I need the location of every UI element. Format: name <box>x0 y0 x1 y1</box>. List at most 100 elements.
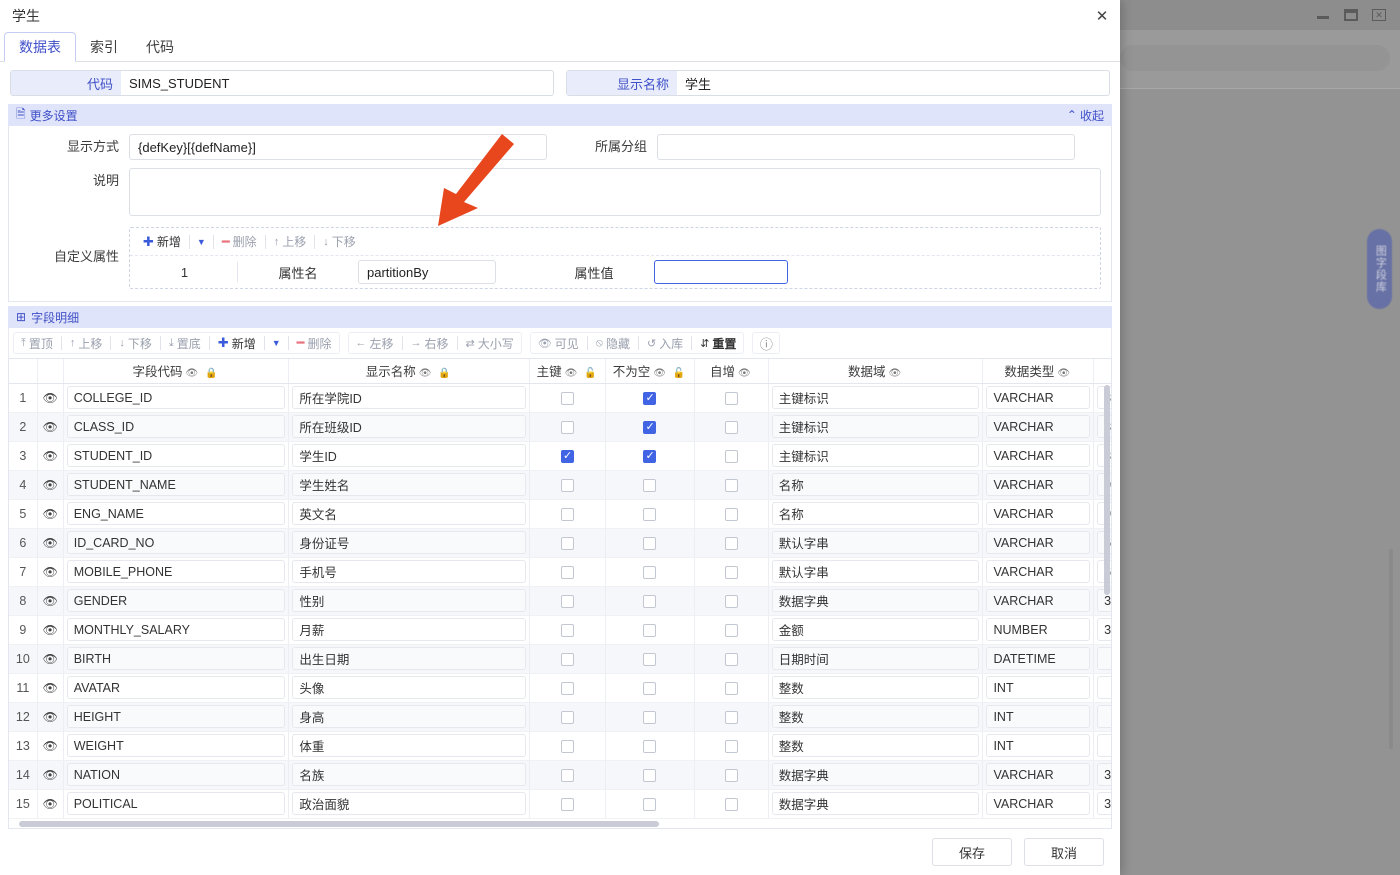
tab-datatable[interactable]: 数据表 <box>4 32 76 62</box>
attr-delete-button[interactable]: ━ 删除 <box>215 232 264 252</box>
save-button[interactable]: 保存 <box>932 838 1012 866</box>
cell-primary-key[interactable] <box>530 673 606 702</box>
cell-data-domain[interactable]: 金额 <box>768 615 983 644</box>
checkbox[interactable] <box>561 624 574 637</box>
cell-field-code[interactable]: ENG_NAME <box>63 499 289 528</box>
fd-to-top-button[interactable]: ⤒ 置顶 <box>14 333 60 353</box>
checkbox[interactable] <box>643 740 656 753</box>
cell-primary-key[interactable] <box>530 412 606 441</box>
table-row[interactable]: 13👁WEIGHT体重整数INT <box>9 731 1111 760</box>
cell-data-domain[interactable]: 名称 <box>768 470 983 499</box>
cell-field-code[interactable]: ID_CARD_NO <box>63 528 289 557</box>
eye-icon[interactable]: 👁 <box>37 441 63 470</box>
table-row[interactable]: 14👁NATION名族数据字典VARCHAR32 <box>9 760 1111 789</box>
attr-add-button[interactable]: ✚ 新增 <box>136 232 188 252</box>
cell-primary-key[interactable] <box>530 586 606 615</box>
eye-icon[interactable]: 👁 <box>37 702 63 731</box>
cell-data-type[interactable]: DATETIME <box>983 644 1094 673</box>
cell-display-name[interactable]: 身高 <box>289 702 530 731</box>
cell-data-domain[interactable]: 主键标识 <box>768 383 983 412</box>
eye-icon[interactable]: 👁 <box>37 731 63 760</box>
checkbox[interactable] <box>561 769 574 782</box>
fd-delete-button[interactable]: ━ 删除 <box>290 333 339 353</box>
checkbox[interactable] <box>561 508 574 521</box>
cell-not-null[interactable] <box>606 673 695 702</box>
checkbox[interactable] <box>643 682 656 695</box>
cell-field-code[interactable]: BIRTH <box>63 644 289 673</box>
table-row[interactable]: 10👁BIRTH出生日期日期时间DATETIME <box>9 644 1111 673</box>
cell-data-type[interactable]: VARCHAR <box>983 586 1094 615</box>
cell-auto-increment[interactable] <box>694 615 768 644</box>
table-row[interactable]: 8👁GENDER性别数据字典VARCHAR32 <box>9 586 1111 615</box>
cell-data-type[interactable]: VARCHAR <box>983 412 1094 441</box>
cell-length[interactable] <box>1094 731 1111 760</box>
table-row[interactable]: 3👁STUDENT_ID学生ID主键标识VARCHAR32 <box>9 441 1111 470</box>
checkbox[interactable] <box>725 450 738 463</box>
checkbox[interactable] <box>725 595 738 608</box>
cell-display-name[interactable]: 手机号 <box>289 557 530 586</box>
cell-data-domain[interactable]: 数据字典 <box>768 789 983 818</box>
table-row[interactable]: 6👁ID_CARD_NO身份证号默认字串VARCHAR60 <box>9 528 1111 557</box>
cell-primary-key[interactable] <box>530 760 606 789</box>
cell-display-name[interactable]: 政治面貌 <box>289 789 530 818</box>
cell-not-null[interactable] <box>606 789 695 818</box>
chevron-down-icon[interactable]: ▼ <box>191 237 212 247</box>
background-vertical-scrollbar[interactable] <box>1389 549 1393 749</box>
cell-not-null[interactable] <box>606 383 695 412</box>
cell-display-name[interactable]: 身份证号 <box>289 528 530 557</box>
checkbox[interactable] <box>725 479 738 492</box>
eye-icon[interactable]: 👁 <box>37 412 63 441</box>
checkbox[interactable] <box>561 537 574 550</box>
cell-data-type[interactable]: VARCHAR <box>983 499 1094 528</box>
checkbox[interactable] <box>725 682 738 695</box>
cell-display-name[interactable]: 出生日期 <box>289 644 530 673</box>
display-name-input[interactable] <box>677 71 1109 95</box>
fd-reset-button[interactable]: ⇵ 重置 <box>693 333 743 353</box>
cell-field-code[interactable]: HEIGHT <box>63 702 289 731</box>
attr-value-input[interactable] <box>654 260 788 284</box>
cell-not-null[interactable] <box>606 731 695 760</box>
checkbox[interactable] <box>725 537 738 550</box>
cell-display-name[interactable]: 所在班级ID <box>289 412 530 441</box>
col-display-name[interactable]: 显示名称👁 🔒 <box>289 359 530 383</box>
cell-data-type[interactable]: INT <box>983 731 1094 760</box>
col-field-code[interactable]: 字段代码👁 🔒 <box>63 359 289 383</box>
checkbox[interactable] <box>643 711 656 724</box>
checkbox[interactable] <box>643 595 656 608</box>
cell-data-type[interactable]: VARCHAR <box>983 557 1094 586</box>
cell-data-domain[interactable]: 主键标识 <box>768 441 983 470</box>
cell-not-null[interactable] <box>606 702 695 731</box>
cell-data-domain[interactable]: 整数 <box>768 673 983 702</box>
cell-data-domain[interactable]: 日期时间 <box>768 644 983 673</box>
cell-data-type[interactable]: INT <box>983 673 1094 702</box>
cell-data-domain[interactable]: 数据字典 <box>768 760 983 789</box>
cell-data-domain[interactable]: 默认字串 <box>768 557 983 586</box>
cell-field-code[interactable]: MOBILE_PHONE <box>63 557 289 586</box>
cell-data-type[interactable]: VARCHAR <box>983 441 1094 470</box>
eye-icon[interactable]: 👁 <box>37 673 63 702</box>
group-input[interactable] <box>657 134 1075 160</box>
cell-length[interactable]: 32 <box>1094 789 1111 818</box>
cell-data-domain[interactable]: 数据字典 <box>768 586 983 615</box>
cell-primary-key[interactable] <box>530 528 606 557</box>
cell-auto-increment[interactable] <box>694 470 768 499</box>
cell-data-type[interactable]: VARCHAR <box>983 760 1094 789</box>
cell-auto-increment[interactable] <box>694 731 768 760</box>
cell-data-type[interactable]: VARCHAR <box>983 383 1094 412</box>
cell-not-null[interactable] <box>606 760 695 789</box>
cell-auto-increment[interactable] <box>694 673 768 702</box>
cell-not-null[interactable] <box>606 441 695 470</box>
col-data-domain[interactable]: 数据域👁 <box>768 359 983 383</box>
checkbox[interactable] <box>561 740 574 753</box>
cell-field-code[interactable]: STUDENT_NAME <box>63 470 289 499</box>
table-row[interactable]: 1👁COLLEGE_ID所在学院ID主键标识VARCHAR32 <box>9 383 1111 412</box>
table-row[interactable]: 12👁HEIGHT身高整数INT <box>9 702 1111 731</box>
checkbox[interactable] <box>725 566 738 579</box>
col-length[interactable]: 长度👁 <box>1094 359 1111 383</box>
cell-auto-increment[interactable] <box>694 441 768 470</box>
cell-field-code[interactable]: AVATAR <box>63 673 289 702</box>
cell-field-code[interactable]: MONTHLY_SALARY <box>63 615 289 644</box>
fd-case-button[interactable]: ⇄ 大小写 <box>459 333 521 353</box>
cell-auto-increment[interactable] <box>694 586 768 615</box>
checkbox[interactable] <box>725 624 738 637</box>
